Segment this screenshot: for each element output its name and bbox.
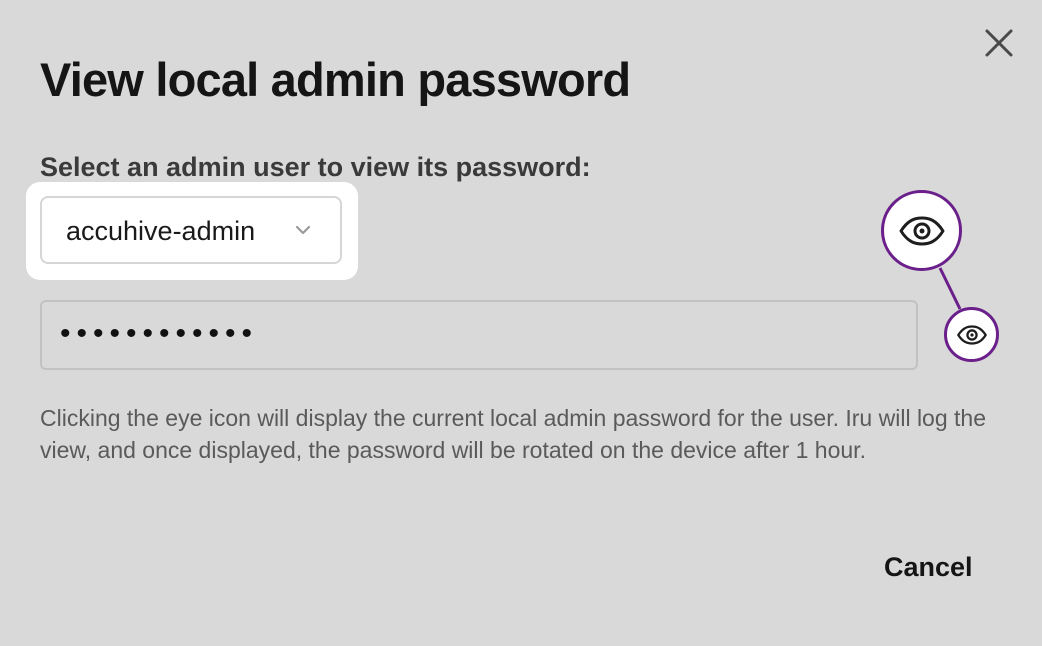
- password-masked-value: ••••••••••••: [60, 317, 259, 350]
- cancel-button[interactable]: Cancel: [878, 546, 979, 588]
- password-field[interactable]: ••••••••••••: [40, 300, 918, 370]
- chevron-down-icon: [295, 225, 311, 235]
- eye-icon: [899, 216, 944, 245]
- show-password-button[interactable]: [944, 307, 999, 362]
- eye-icon-callout: [881, 190, 962, 271]
- help-text: Clicking the eye icon will display the c…: [40, 405, 986, 463]
- admin-user-select[interactable]: accuhive-admin: [40, 196, 342, 264]
- eye-icon: [956, 324, 987, 345]
- dialog-title: View local admin password: [40, 53, 631, 106]
- select-label: Select an admin user to view its passwor…: [40, 152, 591, 182]
- close-icon: [985, 29, 1013, 57]
- admin-user-select-value: accuhive-admin: [66, 216, 256, 246]
- close-button[interactable]: [980, 24, 1018, 62]
- view-password-dialog: View local admin password Select an admi…: [0, 0, 1042, 646]
